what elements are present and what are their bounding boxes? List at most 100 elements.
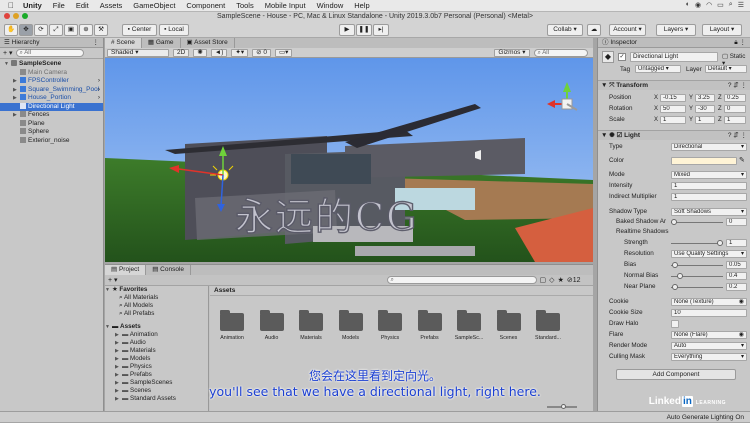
- create-dropdown[interactable]: + ▾: [108, 276, 118, 284]
- object-picker-icon[interactable]: ◉: [739, 332, 744, 338]
- lighting-toggle[interactable]: ✺: [193, 48, 207, 57]
- inspector-tab[interactable]: ⓘ Inspector: [602, 38, 637, 47]
- scene-search[interactable]: ⌕ All: [533, 48, 588, 57]
- lock-icon[interactable]: 🔒︎ ⋮: [734, 38, 746, 47]
- menu-file[interactable]: File: [53, 1, 65, 10]
- scale-z-field[interactable]: 1: [724, 116, 746, 124]
- position-y-field[interactable]: 3.25: [695, 94, 715, 102]
- layout-dropdown[interactable]: Layout ▾: [702, 24, 742, 36]
- tab-scene[interactable]: # Scene: [105, 38, 142, 48]
- folder-label[interactable]: SampleSc...: [449, 335, 489, 341]
- hierarchy-item[interactable]: ▼ SampleScene: [0, 60, 103, 69]
- hierarchy-search[interactable]: ⌕ All: [15, 49, 84, 57]
- folder-icon[interactable]: [417, 310, 442, 331]
- light-type-dropdown[interactable]: Directional ▾: [671, 143, 747, 151]
- baked-angle-slider[interactable]: [671, 219, 723, 225]
- status-icon[interactable]: ◉: [695, 1, 701, 9]
- expand-arrow-icon[interactable]: ▶: [115, 355, 122, 363]
- step-button[interactable]: ▸|: [373, 24, 389, 36]
- wifi-icon[interactable]: ◠: [706, 1, 712, 9]
- expand-arrow-icon[interactable]: ▶: [115, 347, 122, 355]
- strength-field[interactable]: 1: [726, 239, 747, 247]
- favorite-item[interactable]: ⌕ All Materials: [105, 294, 208, 302]
- near-plane-field[interactable]: 0.2: [726, 283, 747, 291]
- expand-arrow-icon[interactable]: ▶: [13, 86, 20, 95]
- maximize-window-button[interactable]: [22, 13, 28, 19]
- scene-camera-dropdown[interactable]: ▭▾: [274, 48, 293, 57]
- menu-gameobject[interactable]: GameObject: [133, 1, 175, 10]
- audio-toggle[interactable]: ◄): [210, 48, 228, 57]
- expand-arrow-icon[interactable]: ▼: [4, 60, 11, 69]
- battery-icon[interactable]: ▭: [717, 1, 724, 9]
- transform-tool-button[interactable]: ⊕: [79, 24, 93, 36]
- hierarchy-item[interactable]: ▶ House_Portion ›: [0, 94, 103, 103]
- strength-slider[interactable]: [671, 240, 723, 246]
- render-mode-dropdown[interactable]: Auto ▾: [671, 342, 747, 350]
- folder-label[interactable]: Materials: [291, 335, 331, 341]
- position-z-field[interactable]: 0.25: [724, 94, 746, 102]
- light-color-swatch[interactable]: [671, 157, 737, 165]
- space-toggle[interactable]: ▪ Local: [159, 24, 189, 36]
- light-mode-dropdown[interactable]: Mixed ▾: [671, 171, 747, 179]
- move-tool-button[interactable]: ✥: [19, 24, 33, 36]
- folder-label[interactable]: Physics: [370, 335, 410, 341]
- cookie-size-field[interactable]: 10: [671, 309, 747, 317]
- 2d-toggle[interactable]: 2D: [173, 48, 190, 57]
- hierarchy-tab[interactable]: ☰ Hierarchy: [4, 38, 39, 47]
- folder-label[interactable]: Scenes: [489, 335, 529, 341]
- assets-breadcrumb[interactable]: Assets: [210, 286, 593, 296]
- hierarchy-item[interactable]: Sphere: [0, 128, 103, 137]
- menu-mobile-input[interactable]: Mobile Input: [265, 1, 306, 10]
- pivot-toggle[interactable]: ▪ Center: [122, 24, 157, 36]
- assets-root[interactable]: ▼ ▬ Assets: [105, 323, 208, 331]
- light-header[interactable]: ▼ ✺ ☑ Light? ⇵ ⋮: [598, 130, 750, 140]
- hidden-packages-toggle[interactable]: ⊘12: [567, 276, 581, 284]
- folder-icon[interactable]: [220, 310, 244, 331]
- transform-header[interactable]: ▼ ⤧ Transform? ⇵ ⋮: [598, 80, 750, 90]
- object-name-field[interactable]: Directional Light: [630, 52, 718, 62]
- favorite-item[interactable]: ⌕ All Models: [105, 302, 208, 310]
- position-x-field[interactable]: -0.15: [660, 94, 686, 102]
- hierarchy-item[interactable]: Exterior_noise: [0, 136, 103, 146]
- tab-game[interactable]: ▦ Game: [142, 38, 181, 48]
- zoom-slider[interactable]: [547, 404, 577, 409]
- search-icon[interactable]: ⌕: [729, 1, 733, 9]
- hierarchy-item[interactable]: Main Camera: [0, 68, 103, 78]
- favorites-header[interactable]: ▼ ★ Favorites: [105, 286, 208, 294]
- tree-folder-item[interactable]: ▶ ▬ Materials: [105, 347, 208, 355]
- layer-dropdown[interactable]: Default ▾: [705, 65, 747, 73]
- cookie-field[interactable]: None (Texture) ◉: [671, 298, 747, 306]
- rotation-y-field[interactable]: -30: [695, 105, 715, 113]
- menu-window[interactable]: Window: [317, 1, 344, 10]
- hierarchy-item[interactable]: Plane: [0, 119, 103, 129]
- apple-icon[interactable]: : [8, 1, 14, 10]
- favorite-star-icon[interactable]: ★: [558, 276, 564, 284]
- component-menu-icon[interactable]: ? ⇵ ⋮: [728, 81, 747, 91]
- folder-icon[interactable]: [536, 310, 560, 331]
- tab-console[interactable]: ▤ Console: [146, 265, 191, 275]
- scale-x-field[interactable]: 1: [660, 116, 686, 124]
- collab-dropdown[interactable]: Collab ▾: [547, 24, 583, 36]
- expand-arrow-icon[interactable]: ▶: [13, 77, 20, 86]
- hierarchy-item[interactable]: ▶ Fences: [0, 111, 103, 120]
- folder-label[interactable]: Animation: [212, 335, 252, 341]
- filter-type-icon[interactable]: ▢: [540, 276, 547, 284]
- rect-tool-button[interactable]: ▣: [64, 24, 78, 36]
- folder-icon[interactable]: [299, 310, 323, 331]
- scene-viewport[interactable]: 永远的CG: [105, 58, 593, 262]
- zoom-slider-thumb[interactable]: [561, 404, 566, 409]
- close-window-button[interactable]: [4, 13, 10, 19]
- menu-app[interactable]: Unity: [23, 1, 42, 10]
- pause-button[interactable]: ❚❚: [356, 24, 372, 36]
- hand-tool-button[interactable]: ✋: [4, 24, 18, 36]
- baked-angle-field[interactable]: 0: [726, 218, 747, 226]
- prefab-open-icon[interactable]: ›: [98, 86, 100, 95]
- menu-component[interactable]: Component: [186, 1, 225, 10]
- slider-thumb[interactable]: [676, 273, 683, 279]
- filter-label-icon[interactable]: ◇: [549, 276, 554, 284]
- create-dropdown[interactable]: + ▾: [3, 49, 13, 57]
- menu-list-icon[interactable]: ☰: [738, 1, 744, 9]
- bias-field[interactable]: 0.05: [726, 261, 747, 269]
- folder-icon[interactable]: [378, 310, 402, 331]
- rotation-z-field[interactable]: 0: [724, 105, 746, 113]
